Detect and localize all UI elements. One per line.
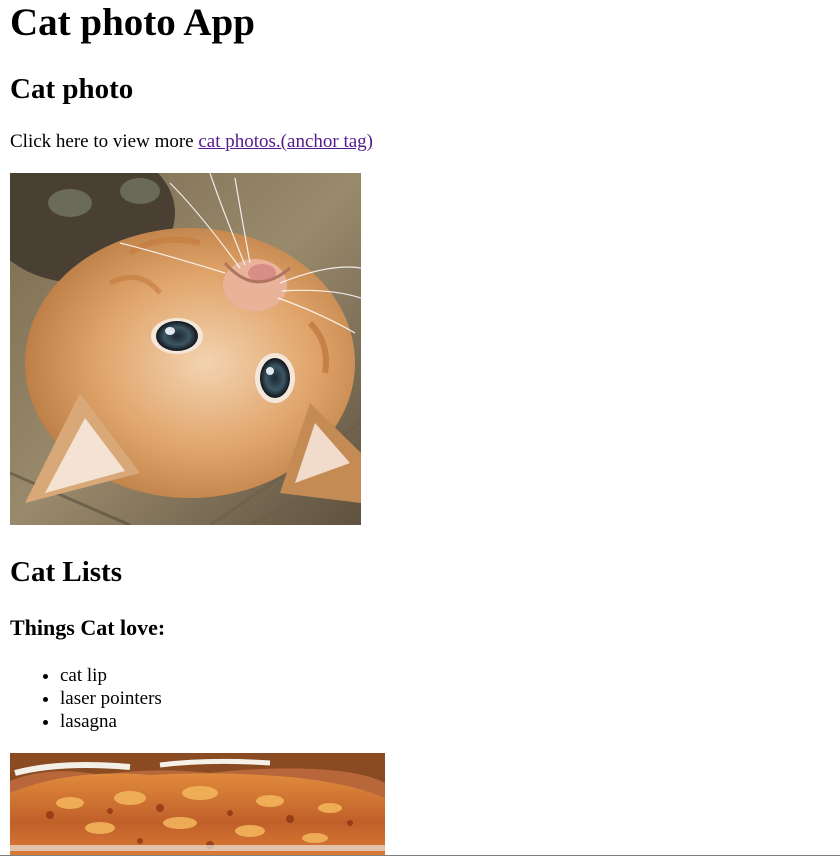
list-heading: Things Cat love: xyxy=(10,615,166,640)
list-item: laser pointers xyxy=(60,687,162,710)
list-item: cat lip xyxy=(60,664,162,687)
things-cat-love-list: cat lip laser pointers lasagna xyxy=(10,664,162,733)
list-item: lasagna xyxy=(60,710,162,733)
lasagna-image xyxy=(10,753,385,855)
cat-photos-link[interactable]: cat photos.(anchor tag) xyxy=(198,131,373,152)
section-heading-cat-lists: Cat Lists xyxy=(10,556,122,588)
cat-photo-image xyxy=(10,173,361,525)
intro-text: Click here to view more xyxy=(10,131,199,152)
page: Cat photo App Cat photo Click here to vi… xyxy=(0,0,840,856)
intro-paragraph: Click here to view more cat photos.(anch… xyxy=(10,130,373,154)
page-title: Cat photo App xyxy=(10,1,255,44)
section-heading-cat-photo: Cat photo xyxy=(10,73,134,105)
